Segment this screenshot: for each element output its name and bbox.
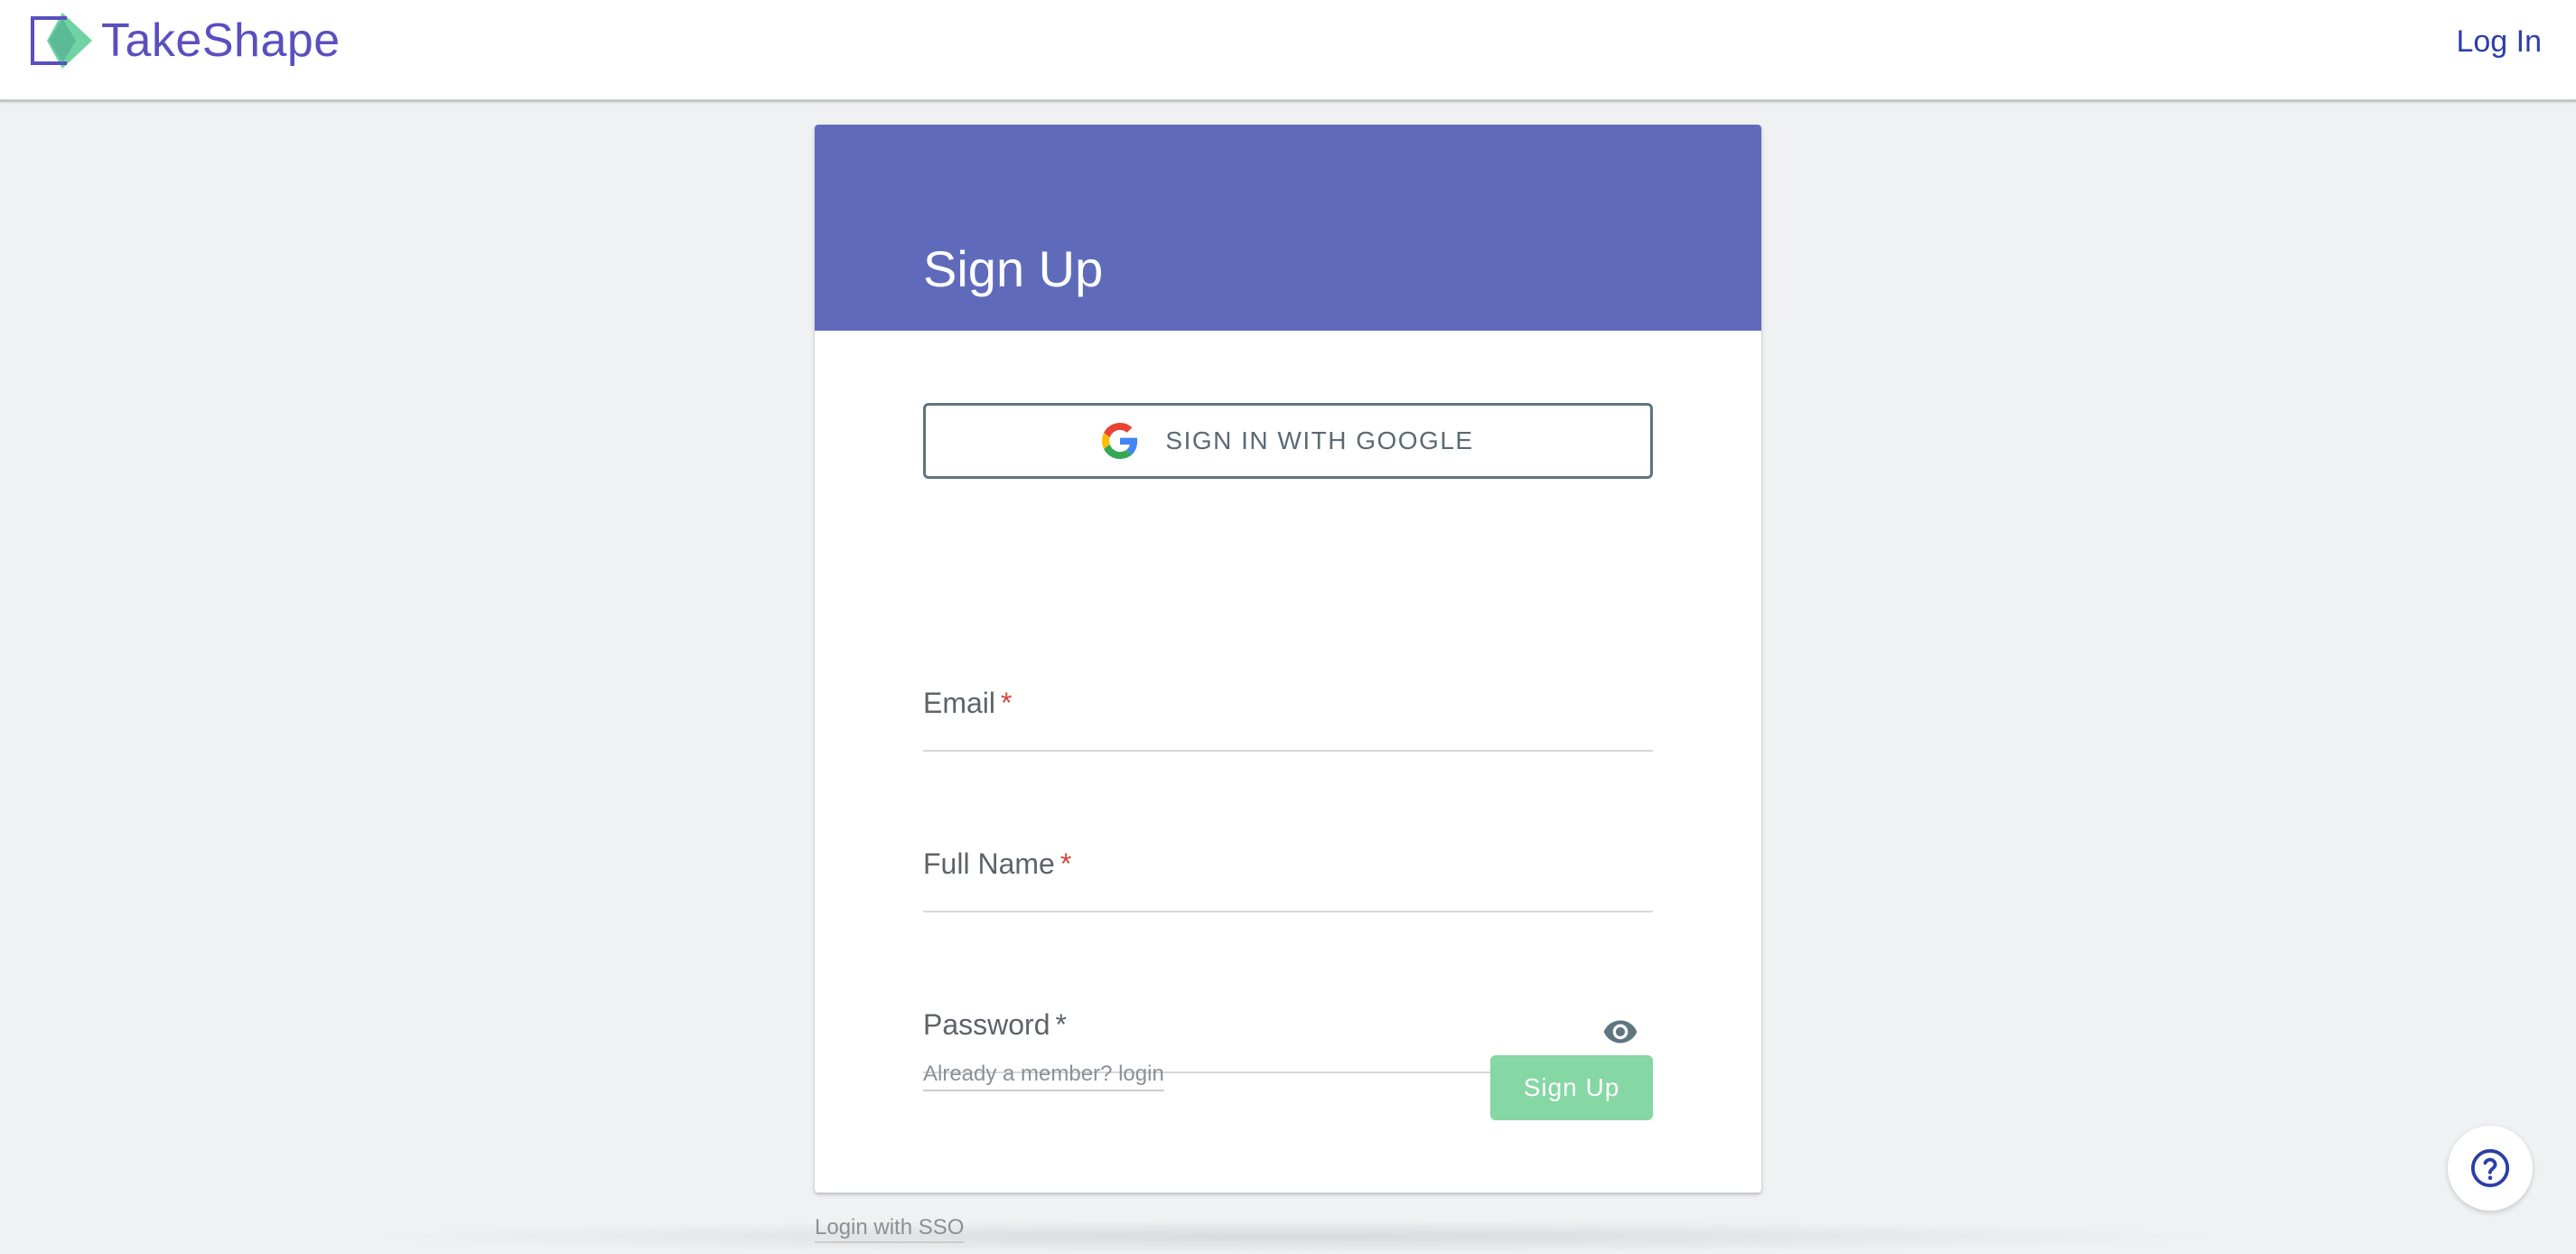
eye-icon[interactable] bbox=[1602, 1014, 1638, 1050]
google-signin-button[interactable]: SIGN IN WITH GOOGLE bbox=[923, 403, 1653, 479]
google-button-label: SIGN IN WITH GOOGLE bbox=[1165, 426, 1474, 454]
email-field[interactable]: Email * bbox=[923, 672, 1653, 752]
signup-card: Sign Up SIGN IN WITH GOOGLE Email * Full … bbox=[815, 125, 1761, 1193]
top-header: TakeShape Log In bbox=[0, 0, 2576, 102]
full-name-input[interactable] bbox=[923, 833, 1653, 911]
card-header: Sign Up bbox=[815, 125, 1761, 331]
sign-up-button[interactable]: Sign Up bbox=[1490, 1055, 1653, 1120]
full-name-field[interactable]: Full Name * bbox=[923, 833, 1653, 912]
login-with-sso-link[interactable]: Login with SSO bbox=[815, 1214, 965, 1243]
brand-name: TakeShape bbox=[101, 14, 341, 67]
email-input[interactable] bbox=[923, 672, 1653, 750]
google-icon bbox=[1102, 423, 1138, 459]
brand-logo[interactable]: TakeShape bbox=[29, 11, 341, 70]
help-button[interactable] bbox=[2448, 1126, 2533, 1211]
help-icon bbox=[2470, 1148, 2510, 1188]
takeshape-logo-icon bbox=[31, 13, 92, 69]
page-title: Sign Up bbox=[923, 240, 1104, 297]
already-member-login-link[interactable]: Already a member? login bbox=[923, 1061, 1164, 1091]
bottom-shadow bbox=[343, 1220, 2240, 1254]
login-link[interactable]: Log In bbox=[2456, 23, 2542, 60]
